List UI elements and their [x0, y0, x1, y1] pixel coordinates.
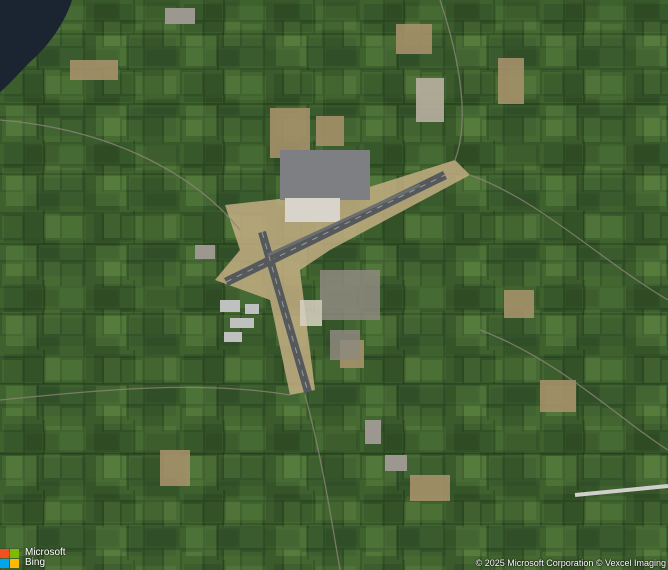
brand-line2: Bing [25, 557, 46, 568]
satellite-map[interactable] [0, 0, 668, 570]
brand-text: Microsoft Bing [25, 548, 66, 568]
terminal-parking [280, 150, 370, 200]
copyright-attribution: © 2025 Microsoft Corporation © Vexcel Im… [475, 558, 666, 568]
terminal-building [285, 198, 340, 222]
microsoft-logo-icon [0, 548, 19, 568]
microsoft-bing-logo: Microsoft Bing [0, 548, 66, 568]
